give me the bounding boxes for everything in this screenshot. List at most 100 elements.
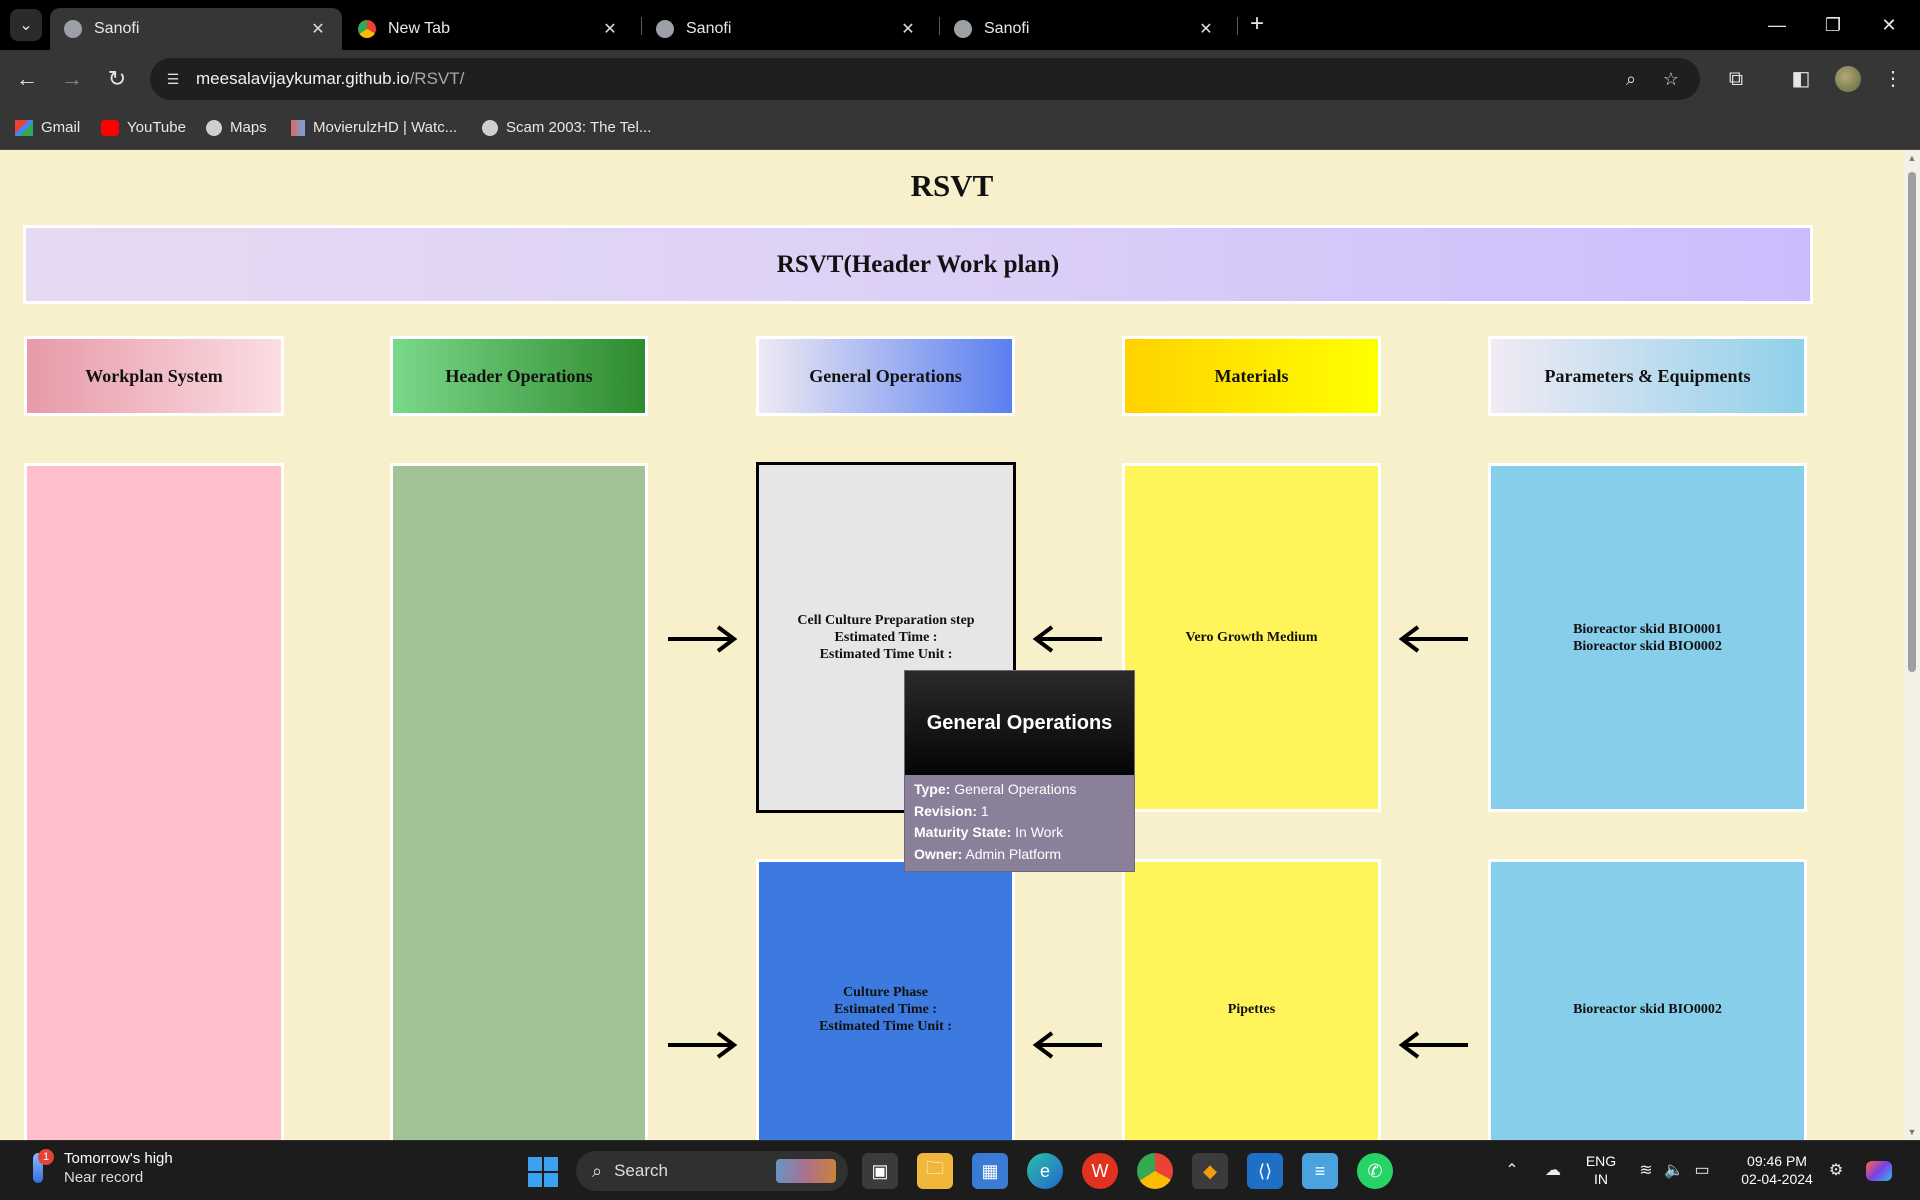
globe-icon [482, 119, 498, 136]
close-window-button[interactable]: ✕ [1866, 8, 1912, 42]
tab-search-button[interactable]: ⌄ [10, 9, 42, 41]
scrollbar-thumb[interactable] [1908, 172, 1916, 672]
tooltip-value: Admin Platform [965, 845, 1062, 862]
side-panel-icon[interactable]: ◧ [1788, 66, 1814, 92]
minimize-button[interactable]: — [1754, 8, 1800, 42]
notepad-icon[interactable]: ≡ [1302, 1153, 1338, 1189]
tooltip-value: In Work [1015, 824, 1064, 840]
bookmarks-bar: Gmail YouTube Maps MovierulzHD | Watc...… [0, 108, 1920, 150]
material-card[interactable]: Vero Growth Medium [1122, 463, 1381, 812]
forward-button[interactable]: → [57, 64, 87, 94]
windows-start-button[interactable] [528, 1157, 558, 1187]
tab-sanofi-active[interactable]: Sanofi ✕ [50, 8, 342, 50]
menu-kebab-icon[interactable]: ⋮ [1880, 66, 1906, 92]
general-operation-card[interactable]: Culture Phase Estimated Time : Estimated… [756, 859, 1015, 1140]
task-view-icon[interactable]: ▣ [862, 1153, 898, 1189]
bookmark-youtube[interactable]: YouTube [101, 119, 186, 136]
address-bar[interactable]: ☰ meesalavijaykumar.github.io/RSVT/ ⌕ ☆ [150, 58, 1700, 100]
back-button[interactable]: ← [12, 64, 42, 94]
url-text[interactable]: meesalavijaykumar.github.io/RSVT/ [196, 69, 464, 89]
chrome-icon[interactable] [1137, 1153, 1173, 1189]
header-work-plan-banner: RSVT(Header Work plan) [23, 225, 1813, 304]
tab-sanofi-3[interactable]: Sanofi ✕ [940, 8, 1230, 50]
bookmark-label: Scam 2003: The Tel... [506, 119, 652, 136]
copilot-icon[interactable] [1866, 1161, 1892, 1181]
page-viewport: RSVT RSVT(Header Work plan) Workplan Sys… [0, 150, 1904, 1140]
whatsapp-icon[interactable]: ✆ [1357, 1153, 1393, 1189]
close-icon[interactable]: ✕ [898, 19, 918, 39]
tab-separator [1237, 17, 1238, 35]
equipment-card[interactable]: Bioreactor skid BIO0001 Bioreactor skid … [1488, 463, 1807, 812]
battery-icon[interactable]: ▭ [1692, 1161, 1712, 1181]
browser-toolbar: ← → ↻ ☰ meesalavijaykumar.github.io/RSVT… [0, 50, 1920, 108]
microsoft-store-icon[interactable]: ▦ [972, 1153, 1008, 1189]
material-card[interactable]: Pipettes [1122, 859, 1381, 1140]
youtube-icon [101, 119, 119, 136]
avatar[interactable] [1835, 66, 1861, 92]
close-icon[interactable]: ✕ [308, 19, 328, 39]
scroll-down-icon[interactable]: ▼ [1907, 1127, 1917, 1137]
site-info-icon[interactable]: ☰ [162, 68, 184, 90]
minimize-icon: — [1768, 14, 1786, 35]
tab-title: Sanofi [94, 20, 140, 37]
vscode-icon[interactable]: ⟨⟩ [1247, 1153, 1283, 1189]
globe-icon [64, 20, 82, 38]
language-indicator[interactable]: ENG IN [1584, 1152, 1618, 1188]
reload-button[interactable]: ↻ [102, 64, 132, 94]
language-code: ENG [1585, 1153, 1617, 1169]
workplan-system-panel [24, 463, 284, 1140]
tab-sanofi-2[interactable]: Sanofi ✕ [642, 8, 932, 50]
tab-new-tab[interactable]: New Tab ✕ [344, 8, 634, 50]
weather-title: Tomorrow's high [64, 1150, 173, 1167]
close-icon[interactable]: ✕ [600, 19, 620, 39]
taskbar-search[interactable]: ⌕ Search [576, 1151, 848, 1191]
restore-button[interactable]: ❐ [1810, 8, 1856, 42]
globe-icon [954, 20, 972, 38]
zoom-icon[interactable]: ⌕ [1620, 68, 1642, 90]
tooltip-label: Owner: [914, 845, 963, 862]
clock-date: 02-04-2024 [1741, 1171, 1813, 1187]
tab-strip: ⌄ Sanofi ✕ New Tab ✕ Sanofi ✕ Sanofi ✕ +… [0, 0, 1920, 50]
arrow-left-icon [1032, 1031, 1102, 1059]
clock-time: 09:46 PM [1747, 1153, 1807, 1169]
arrow-right-icon [668, 1031, 738, 1059]
file-explorer-icon[interactable]: 🗀 [917, 1153, 953, 1189]
globe-icon [206, 119, 222, 136]
weather-widget[interactable]: 1 Tomorrow's high Near record [28, 1149, 173, 1186]
restore-icon: ❐ [1824, 14, 1842, 35]
wifi-icon[interactable]: ≋ [1636, 1161, 1656, 1181]
url-host: meesalavijaykumar.github.io [196, 69, 410, 88]
extensions-icon[interactable]: ⧉ [1723, 66, 1749, 92]
bookmark-gmail[interactable]: Gmail [15, 119, 80, 136]
arrow-left-icon: ← [16, 66, 38, 91]
new-tab-button[interactable]: + [1244, 12, 1270, 38]
star-icon[interactable]: ☆ [1660, 68, 1682, 90]
chevron-up-icon[interactable]: ⌃ [1502, 1161, 1522, 1181]
scroll-up-icon[interactable]: ▲ [1907, 153, 1917, 163]
speaker-muted-icon[interactable]: 🔈 [1664, 1161, 1684, 1181]
page-scrollbar[interactable]: ▲ ▼ [1904, 150, 1920, 1140]
onedrive-icon[interactable]: ☁ [1543, 1161, 1563, 1181]
bookmark-label: Gmail [41, 119, 81, 136]
close-icon[interactable]: ✕ [1196, 19, 1216, 39]
operation-text: Culture Phase Estimated Time : Estimated… [819, 984, 952, 1034]
search-icon: ⌕ [592, 1160, 603, 1181]
notifications-icon[interactable]: ⚙ [1826, 1161, 1846, 1181]
tooltip-maturity-row: Maturity State: In Work [905, 822, 1134, 844]
edge-icon[interactable]: e [1027, 1153, 1063, 1189]
region-code: IN [1594, 1171, 1608, 1187]
clock[interactable]: 09:46 PM 02-04-2024 [1732, 1152, 1822, 1188]
orange-app-icon[interactable]: ◆ [1192, 1153, 1228, 1189]
arrow-right-icon: → [61, 66, 83, 91]
close-icon: ✕ [1881, 14, 1897, 35]
arrow-right-icon [668, 625, 738, 653]
plus-icon: + [1249, 10, 1264, 37]
column-header-general-operations: General Operations [756, 336, 1015, 416]
bookmark-maps[interactable]: Maps [206, 119, 267, 136]
bookmark-movierulz[interactable]: MovierulzHD | Watc... [291, 119, 457, 136]
equipment-card[interactable]: Bioreactor skid BIO0002 [1488, 859, 1807, 1140]
bookmark-label: Maps [230, 119, 267, 136]
search-highlight-image [776, 1159, 836, 1183]
wps-office-icon[interactable]: W [1082, 1153, 1118, 1189]
bookmark-scam-2003[interactable]: Scam 2003: The Tel... [482, 119, 651, 136]
